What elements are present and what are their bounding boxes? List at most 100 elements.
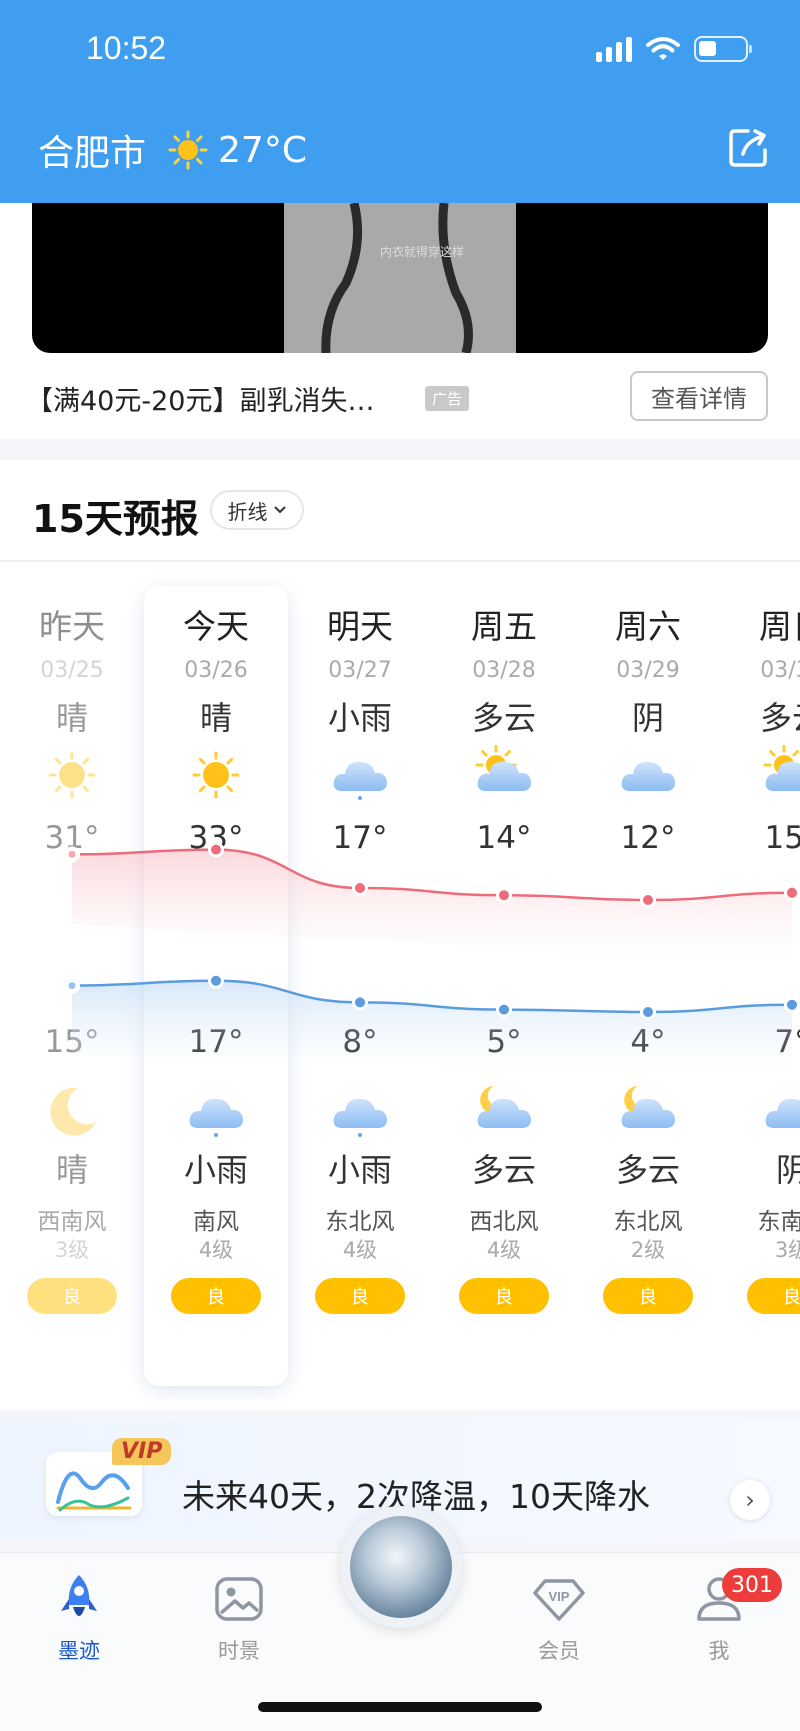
battery-icon <box>694 36 752 62</box>
wind-level: 4级 <box>486 1238 522 1262</box>
day-condition: 多云 <box>759 699 800 737</box>
day-name: 周五 <box>471 607 537 646</box>
night-condition: 小雨 <box>327 1151 392 1189</box>
notification-badge: 301 <box>722 1568 782 1602</box>
svg-text:VIP: VIP <box>549 1589 570 1604</box>
moon-icon <box>42 1082 102 1142</box>
tab-moji[interactable]: 墨迹 <box>24 1571 134 1665</box>
night-condition: 多云 <box>615 1151 680 1189</box>
vip-badge: VIP <box>112 1438 172 1465</box>
forecast-day[interactable]: 明天 03/27 小雨 17° 8° 小雨 东北风 4级良 <box>288 600 432 1380</box>
forecast-day[interactable]: 今天 03/26 晴 33° 17° 小雨南风 4级良 <box>144 600 288 1380</box>
ad-card[interactable]: 内衣就得穿这样 【满40元-20元】副乳消失… 广告 查看详情 <box>0 203 800 439</box>
rain-cloud-icon <box>330 1082 390 1142</box>
night-condition: 小雨 <box>183 1151 248 1189</box>
status-time: 10:52 <box>86 30 167 66</box>
share-icon[interactable] <box>726 126 770 170</box>
day-name: 周日 <box>759 607 800 646</box>
ad-title[interactable]: 【满40元-20元】副乳消失… <box>26 379 374 418</box>
overcast-icon <box>762 1082 800 1142</box>
sun-icon <box>186 745 246 805</box>
sky-photo <box>350 1516 452 1618</box>
wind-direction: 东南风 <box>757 1209 800 1235</box>
aqi-badge: 良 <box>171 1278 261 1314</box>
divider <box>0 560 800 562</box>
high-temp: 14° <box>476 820 532 856</box>
tab-vip[interactable]: VIP 会员 <box>504 1571 614 1665</box>
sun-icon <box>168 130 208 170</box>
tab-label: 我 <box>708 1639 730 1663</box>
day-condition: 小雨 <box>327 699 392 737</box>
app-header: 10:52 合肥市 27°C <box>0 0 800 203</box>
forecast-day[interactable]: 周五 03/28 多云 14° 5° 多云 西北风 4级良 <box>432 600 576 1380</box>
photo-icon <box>211 1571 267 1627</box>
current-temp: 27°C <box>218 129 307 171</box>
city-name: 合肥市 <box>38 133 147 174</box>
location-row[interactable]: 合肥市 27°C <box>38 124 307 176</box>
high-temp: 17° <box>332 820 388 856</box>
aqi-badge: 良 <box>315 1278 405 1314</box>
low-temp: 8° <box>342 1024 378 1060</box>
day-name: 今天 <box>183 607 249 646</box>
wind-direction: 西北风 <box>469 1209 539 1235</box>
cellular-signal-icon <box>596 36 632 62</box>
night-condition: 多云 <box>471 1151 536 1189</box>
wifi-icon <box>646 37 680 60</box>
chart-mode-label: 折线 <box>227 499 268 524</box>
night-condition: 阴 <box>775 1151 800 1189</box>
day-name: 周六 <box>615 607 681 646</box>
partly-cloudy-icon <box>762 744 800 805</box>
wind-direction: 南风 <box>193 1209 239 1235</box>
high-temp: 15° <box>764 820 800 856</box>
overcast-icon <box>618 745 678 805</box>
day-date: 03/29 <box>616 658 680 683</box>
day-date: 03/27 <box>328 658 392 683</box>
low-temp: 7° <box>774 1024 800 1060</box>
tab-scene[interactable]: 时景 <box>184 1571 294 1665</box>
chart-mode-dropdown[interactable]: 折线 <box>210 490 304 530</box>
forecast-day[interactable]: 周六 03/29 阴 12° 4° 多云 东北风 2级良 <box>576 600 720 1380</box>
day-name: 昨天 <box>39 607 105 646</box>
wind-direction: 东北风 <box>325 1209 395 1235</box>
partly-cloudy-night-icon <box>618 1082 678 1142</box>
aqi-badge: 良 <box>603 1278 693 1314</box>
wind-level: 3级 <box>54 1238 90 1262</box>
ad-video-frame <box>284 203 516 353</box>
day-date: 03/28 <box>472 658 536 683</box>
forecast-day[interactable]: 周日 03/30 多云 15° 7° 阴东南风 3级良 <box>720 600 800 1380</box>
chevron-down-icon <box>273 506 286 514</box>
ad-video[interactable]: 内衣就得穿这样 <box>32 203 768 353</box>
center-sky-button[interactable] <box>340 1506 462 1628</box>
wind-level: 3级 <box>774 1238 800 1262</box>
forecast-title: 15天预报 <box>32 497 199 541</box>
high-temp: 33° <box>188 820 244 856</box>
chevron-right-icon[interactable]: › <box>730 1480 770 1520</box>
day-date: 03/26 <box>184 658 248 683</box>
partly-cloudy-night-icon <box>474 1082 534 1142</box>
forecast-day[interactable]: 昨天 03/25 晴 31° 15° 晴西南风 3级良 <box>0 600 144 1380</box>
ad-video-image <box>321 203 473 353</box>
day-condition: 多云 <box>471 699 536 737</box>
aqi-badge: 良 <box>459 1278 549 1314</box>
tab-label: 墨迹 <box>58 1639 100 1663</box>
low-temp: 4° <box>630 1024 666 1060</box>
low-temp: 17° <box>188 1024 244 1060</box>
forecast-card: 15天预报 折线 昨天 03/25 晴 31° 15° 晴西南风 3级良 今天 03/26 晴 33… <box>0 460 800 1410</box>
rain-cloud-icon <box>186 1082 246 1142</box>
wind-level: 4级 <box>342 1238 378 1262</box>
day-date: 03/25 <box>40 658 104 683</box>
tab-label: 会员 <box>538 1639 580 1663</box>
high-temp: 12° <box>620 820 676 856</box>
wind-level: 4级 <box>198 1238 234 1262</box>
high-temp: 31° <box>44 820 100 856</box>
rocket-icon <box>51 1571 107 1627</box>
vip-diamond-icon: VIP <box>531 1571 587 1627</box>
aqi-badge: 良 <box>27 1278 117 1314</box>
view-details-button[interactable]: 查看详情 <box>630 371 768 421</box>
day-condition: 晴 <box>199 699 232 737</box>
partly-cloudy-icon <box>474 744 534 805</box>
ad-video-caption: 内衣就得穿这样 <box>380 245 465 259</box>
wind-direction: 西南风 <box>37 1209 107 1235</box>
aqi-badge: 良 <box>747 1278 800 1314</box>
day-condition: 阴 <box>631 699 664 737</box>
